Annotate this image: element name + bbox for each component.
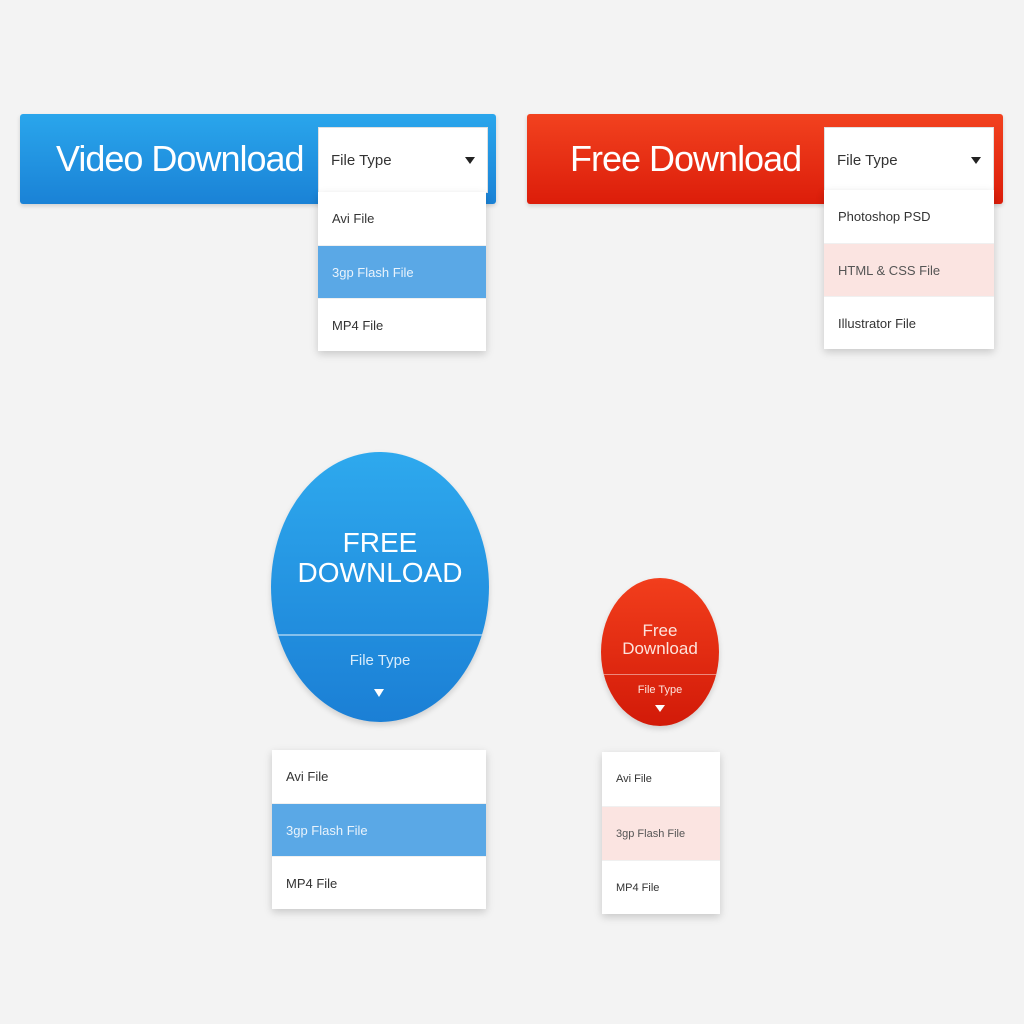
- menu-item-illustrator[interactable]: Illustrator File: [824, 296, 994, 349]
- menu-item-3gp[interactable]: 3gp Flash File: [602, 806, 720, 860]
- circle-title-line2: DOWNLOAD: [297, 557, 463, 588]
- menu-item-3gp[interactable]: 3gp Flash File: [318, 245, 486, 298]
- video-file-type-select[interactable]: File Type: [318, 127, 488, 193]
- menu-item-3gp[interactable]: 3gp Flash File: [272, 803, 486, 856]
- menu-item-avi[interactable]: Avi File: [602, 752, 720, 806]
- free-file-type-label: File Type: [837, 152, 898, 169]
- menu-item-mp4[interactable]: MP4 File: [602, 860, 720, 914]
- menu-item-mp4[interactable]: MP4 File: [272, 856, 486, 909]
- circle-small-divider: [601, 674, 719, 675]
- chevron-down-icon[interactable]: [374, 689, 384, 697]
- free-download-label: Free Download: [570, 138, 802, 179]
- circle-file-type-label[interactable]: File Type: [271, 652, 489, 669]
- circle-divider: [271, 634, 489, 636]
- free-file-type-select[interactable]: File Type: [824, 127, 994, 193]
- free-file-type-menu: Photoshop PSD HTML & CSS File Illustrato…: [824, 190, 994, 349]
- circle-title-line1: FREE: [342, 527, 418, 558]
- menu-item-psd[interactable]: Photoshop PSD: [824, 190, 994, 243]
- video-file-type-menu: Avi File 3gp Flash File MP4 File: [318, 192, 486, 351]
- video-file-type-label: File Type: [331, 152, 392, 169]
- menu-item-avi[interactable]: Avi File: [318, 192, 486, 245]
- circle-small-title-line1: Free: [642, 621, 678, 640]
- circle-small-file-type-menu: Avi File 3gp Flash File MP4 File: [602, 752, 720, 914]
- circle-large-file-type-menu: Avi File 3gp Flash File MP4 File: [272, 750, 486, 909]
- menu-item-mp4[interactable]: MP4 File: [318, 298, 486, 351]
- menu-item-avi[interactable]: Avi File: [272, 750, 486, 803]
- circle-small-title-line2: Download: [622, 639, 698, 658]
- chevron-down-icon: [465, 157, 475, 164]
- circle-small-free-download-button[interactable]: Free Download File Type: [601, 578, 719, 726]
- chevron-down-icon: [971, 157, 981, 164]
- chevron-down-icon[interactable]: [655, 705, 665, 712]
- video-download-label: Video Download: [56, 138, 305, 179]
- circle-small-file-type-label[interactable]: File Type: [601, 684, 719, 696]
- menu-item-html-css[interactable]: HTML & CSS File: [824, 243, 994, 296]
- circle-free-download-button[interactable]: FREE DOWNLOAD File Type: [271, 452, 489, 722]
